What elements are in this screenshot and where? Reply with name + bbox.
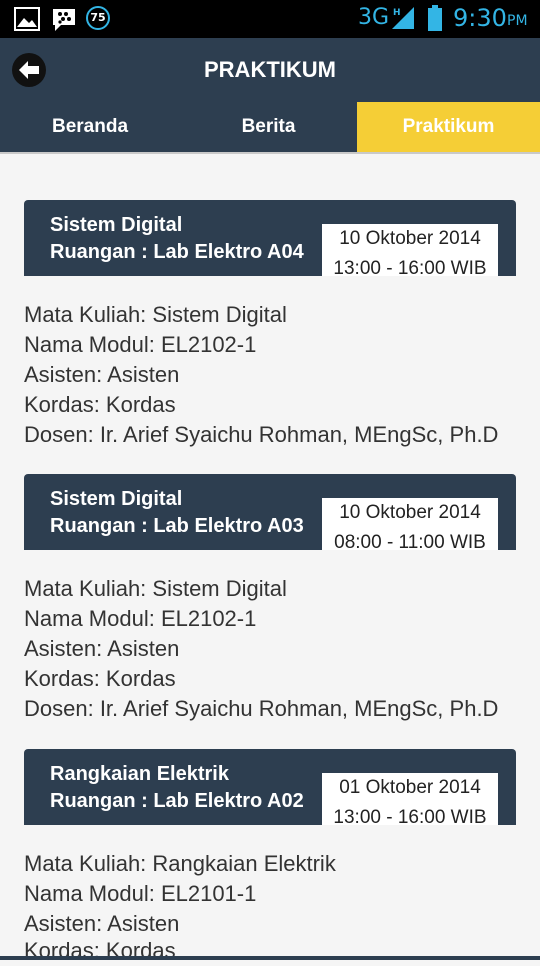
schedule-card-header[interactable]: Sistem Digital Ruangan : Lab Elektro A04… (24, 200, 516, 279)
bottom-edge (0, 956, 540, 960)
course-title: Sistem Digital (50, 488, 183, 510)
date-box: 10 Oktober 2014 13:00 - 16:00 WIB (320, 222, 500, 279)
clock-time: 9:30 (453, 4, 507, 32)
schedule-time: 13:00 - 16:00 WIB (333, 807, 487, 828)
detail-asisten: Asisten: Asisten (24, 636, 180, 661)
detail-asisten: Asisten: Asisten (24, 362, 180, 387)
schedule-date: 10 Oktober 2014 (339, 502, 481, 523)
tab-bar: Beranda Berita Praktikum (0, 102, 540, 152)
date-box: 10 Oktober 2014 08:00 - 11:00 WIB (320, 496, 500, 553)
gallery-icon (14, 7, 40, 31)
detail-mata-kuliah: Mata Kuliah: Rangkaian Elektrik (24, 851, 336, 876)
detail-dosen: Dosen: Ir. Arief Syaichu Rohman, MEngSc,… (24, 422, 499, 447)
notification-badge-icon: 75 (86, 6, 110, 30)
tab-berita[interactable]: Berita (180, 102, 357, 152)
tab-beranda[interactable]: Beranda (0, 102, 180, 152)
course-title: Rangkaian Elektrik (50, 763, 229, 785)
signal-icon: H (392, 7, 414, 29)
svg-text:H: H (393, 8, 401, 18)
status-bar: 75 3G H 9:30 PM (0, 0, 540, 38)
detail-kordas: Kordas: Kordas (24, 392, 176, 417)
app-bar: PRAKTIKUM (0, 38, 540, 102)
room-label: Ruangan : Lab Elektro A04 (50, 241, 304, 263)
detail-asisten: Asisten: Asisten (24, 911, 180, 936)
detail-nama-modul: Nama Modul: EL2101-1 (24, 881, 257, 906)
schedule-date: 01 Oktober 2014 (339, 777, 481, 798)
course-title: Sistem Digital (50, 214, 183, 236)
back-button[interactable] (12, 53, 46, 87)
page-title: PRAKTIKUM (204, 57, 336, 82)
schedule-time: 08:00 - 11:00 WIB (334, 532, 486, 553)
room-label: Ruangan : Lab Elektro A02 (50, 790, 304, 812)
date-box: 01 Oktober 2014 13:00 - 16:00 WIB (320, 771, 500, 828)
back-arrow-icon (19, 61, 39, 79)
schedule-card-header[interactable]: Rangkaian Elektrik Ruangan : Lab Elektro… (24, 749, 516, 828)
schedule-time: 13:00 - 16:00 WIB (333, 258, 487, 279)
battery-icon (428, 5, 442, 31)
detail-kordas: Kordas: Kordas (24, 938, 176, 963)
network-type: 3G (358, 5, 390, 30)
clock-ampm: PM (507, 13, 528, 29)
tab-divider (0, 152, 540, 154)
tab-praktikum[interactable]: Praktikum (357, 102, 540, 152)
detail-nama-modul: Nama Modul: EL2102-1 (24, 606, 257, 631)
detail-nama-modul: Nama Modul: EL2102-1 (24, 332, 257, 357)
bbm-icon (53, 9, 75, 31)
room-label: Ruangan : Lab Elektro A03 (50, 515, 304, 537)
detail-kordas: Kordas: Kordas (24, 666, 176, 691)
detail-mata-kuliah: Mata Kuliah: Sistem Digital (24, 576, 287, 601)
schedule-date: 10 Oktober 2014 (339, 228, 481, 249)
detail-mata-kuliah: Mata Kuliah: Sistem Digital (24, 302, 287, 327)
detail-dosen: Dosen: Ir. Arief Syaichu Rohman, MEngSc,… (24, 696, 499, 721)
schedule-card-header[interactable]: Sistem Digital Ruangan : Lab Elektro A03… (24, 474, 516, 553)
